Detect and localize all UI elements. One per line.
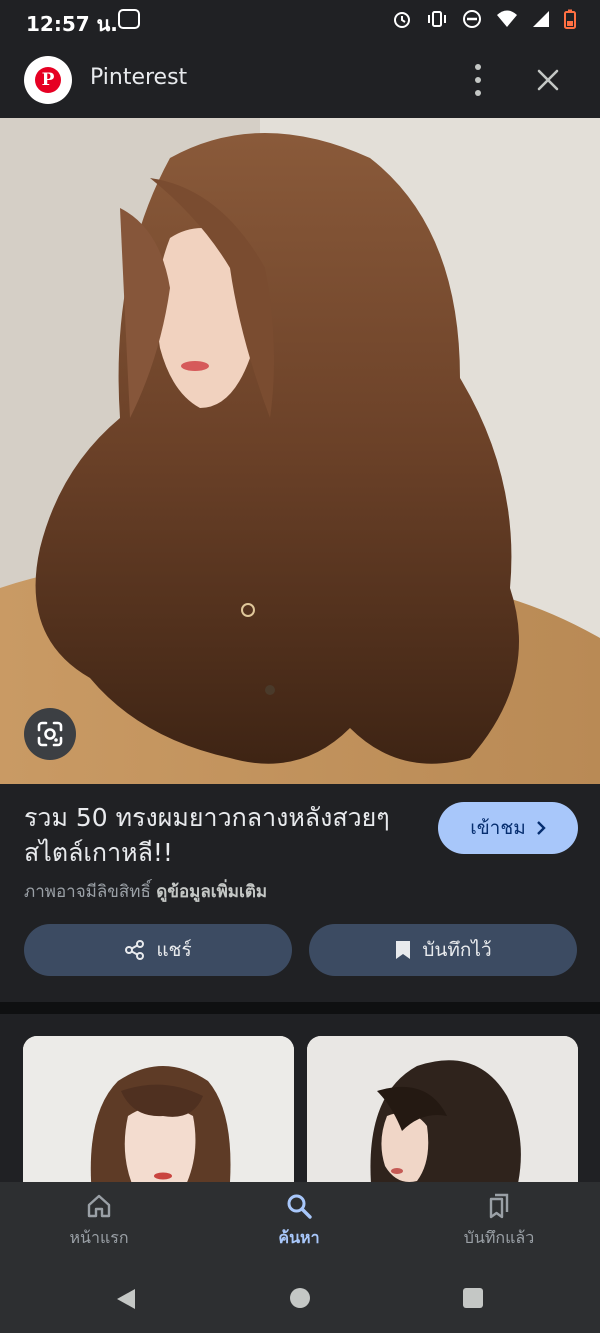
result-title: รวม 50 ทรงผมยาวกลางหลังสวยๆ สไตล์เกาหลี!… — [24, 803, 390, 867]
related-image-card[interactable] — [23, 1036, 294, 1182]
more-options-button[interactable] — [466, 64, 490, 96]
system-navigation-bar — [0, 1268, 600, 1333]
result-info: รวม 50 ทรงผมยาวกลางหลังสวยๆ สไตล์เกาหลี!… — [0, 784, 600, 1002]
status-time: 12:57 น. — [26, 12, 118, 36]
nav-saved[interactable]: บันทึกแล้ว — [419, 1192, 579, 1251]
dot — [475, 90, 481, 96]
dnd-icon — [463, 10, 481, 28]
bottom-navigation: หน้าแรก ค้นหา บันทึกแล้ว — [0, 1182, 600, 1268]
battery-icon — [564, 9, 576, 29]
dot — [475, 77, 481, 83]
status-icons — [392, 9, 576, 29]
related-thumbnail — [307, 1036, 578, 1182]
nav-search[interactable]: ค้นหา — [219, 1192, 379, 1251]
alarm-icon — [394, 12, 410, 28]
back-icon[interactable] — [115, 1287, 137, 1311]
home-circle-icon[interactable] — [290, 1288, 310, 1308]
site-name: Pinterest — [90, 65, 188, 90]
media-notification-icon — [118, 9, 140, 29]
saved-icon — [489, 1193, 509, 1219]
visit-button[interactable]: เข้าชม — [438, 802, 578, 854]
lens-button[interactable] — [24, 708, 76, 760]
nav-search-label: ค้นหา — [278, 1228, 320, 1247]
share-button[interactable]: แชร์ — [24, 924, 292, 976]
pinterest-logo-icon: P — [24, 56, 72, 104]
nav-home-label: หน้าแรก — [69, 1228, 129, 1247]
bookmark-icon — [396, 941, 411, 959]
chevron-right-icon — [536, 821, 546, 835]
signal-icon — [533, 11, 549, 27]
related-images — [0, 1014, 600, 1182]
google-lens-icon — [37, 721, 63, 747]
app-bar: P Pinterest — [0, 42, 600, 118]
nav-saved-label: บันทึกแล้ว — [463, 1228, 535, 1247]
save-label: บันทึกไว้ — [422, 939, 492, 961]
dot — [475, 64, 481, 70]
result-image[interactable] — [0, 118, 600, 784]
close-button[interactable] — [532, 64, 564, 96]
wifi-icon — [497, 10, 517, 27]
recents-square-icon[interactable] — [463, 1288, 483, 1308]
hair-photo — [0, 118, 600, 784]
related-image-card[interactable] — [307, 1036, 578, 1182]
nav-home[interactable]: หน้าแรก — [19, 1192, 179, 1251]
home-icon — [87, 1194, 111, 1218]
logo-letter: P — [35, 67, 61, 93]
share-icon — [125, 940, 145, 960]
status-bar: 12:57 น. — [0, 0, 600, 42]
vibrate-icon — [428, 11, 446, 27]
copyright-notice: ภาพอาจมีลิขสิทธิ์ ดูข้อมูลเพิ่มเติม — [24, 878, 267, 905]
share-label: แชร์ — [156, 939, 192, 961]
more-info-link[interactable]: ดูข้อมูลเพิ่มเติม — [156, 882, 267, 902]
visit-label: เข้าชม — [470, 818, 526, 839]
section-divider — [0, 1002, 600, 1014]
copyright-text: ภาพอาจมีลิขสิทธิ์ — [24, 882, 151, 902]
search-icon — [287, 1194, 312, 1219]
save-button[interactable]: บันทึกไว้ — [309, 924, 577, 976]
related-thumbnail — [23, 1036, 294, 1182]
